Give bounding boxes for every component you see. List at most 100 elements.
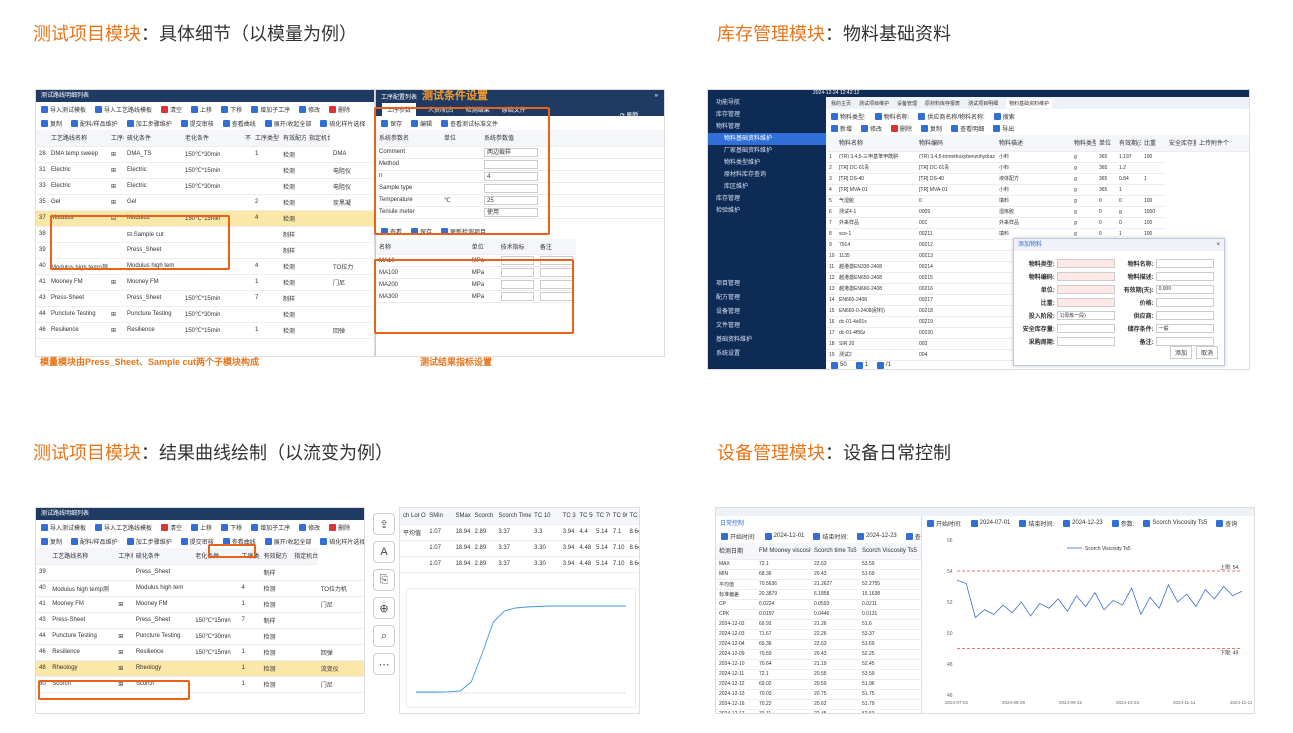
s2-pager-button-0[interactable]: 50 (831, 361, 847, 369)
s1-route-row[interactable]: 33 Electric ⊞ Electric 150℃*30min 检测 电阻仪 (36, 178, 374, 195)
s4-rfilter-button-1[interactable]: 2024-07-01 (970, 519, 1010, 527)
s2-filter-button-0[interactable]: 物料类型: (831, 112, 866, 121)
s1-tb2-button-1[interactable]: 配料/样品维护 (71, 119, 118, 128)
material-row[interactable]: 4 [TR] MVA-01 [TR] MVA-01 小料 g 365 1 (826, 184, 1249, 196)
daily-row[interactable]: 2024-12-10 70.64 21.19 52.45 (716, 659, 921, 670)
s4-filter-button-4[interactable]: 查看 (905, 532, 921, 541)
s1-route-row[interactable]: 31 Electric ⊞ Electric 150℃*15min 检测 电阻仪 (36, 162, 374, 179)
s1-route-row[interactable]: 28 DMA temp sweep ⊞ DMA_TS 150℃*30min 1 检测 DMA (36, 146, 374, 163)
dialog-close-icon[interactable]: × (1216, 239, 1220, 251)
daily-row[interactable]: 2024-12-04 69.36 22.63 51.69 (716, 639, 921, 650)
s3-tb2-button-6[interactable]: 硫化样片选择 (320, 537, 364, 546)
s4-rfilter-button-2[interactable]: 结束时间: (1019, 519, 1054, 528)
material-row[interactable]: 5 气湿胶 0 填料 g 0 0 100 (826, 195, 1249, 207)
s3-tb2-button-1[interactable]: 配料/样品维护 (71, 537, 118, 546)
s1-tb1-button-5[interactable]: 增加子工序 (251, 105, 290, 114)
nav-bottom-item-5[interactable]: 系统设置 (708, 347, 826, 361)
s3-tb1-button-4[interactable]: 下移 (221, 523, 242, 532)
nav-item-7[interactable]: 库区维护 (708, 181, 826, 193)
s1-tb1-button-4[interactable]: 下移 (221, 105, 242, 114)
s1-route-row[interactable]: 46 Resilience ⊞ Resilience 150℃*15min 1 检测 回弹 (36, 322, 374, 339)
more-icon[interactable]: ⋯ (373, 653, 395, 675)
s2-pager-button-2[interactable]: /1 (877, 361, 891, 369)
s3-route-row[interactable]: 48 Rheology ⊞ Rheology 1 检测 流变仪 (36, 660, 364, 677)
page-tab-2[interactable]: 设备管理 (897, 100, 917, 107)
daily-row[interactable]: 2024-12-02 69.92 21.26 51.6 (716, 619, 921, 630)
dialog-button-0[interactable]: 添加 (1169, 346, 1192, 359)
nav-item-6[interactable]: 原材料库存查询 (708, 169, 826, 181)
dialog-field-input[interactable] (1056, 285, 1115, 294)
s3-tb1-button-7[interactable]: 删除 (329, 523, 350, 532)
annotate-icon[interactable]: A (373, 541, 395, 563)
nav-item-5[interactable]: 物料类型维护 (708, 157, 826, 169)
dialog-field-input[interactable]: 0.000 (1155, 285, 1214, 294)
page-tab-3[interactable]: 原材料库存报表 (925, 100, 960, 107)
s4-rfilter-button-3[interactable]: 2024-12-23 (1063, 519, 1103, 527)
daily-row[interactable]: CP 0.0224 0.0593 0.0211 (716, 599, 921, 610)
s2-filter-button-1[interactable]: 物料名称: (874, 112, 909, 121)
dialog-field-input[interactable]: 一般 (1155, 324, 1214, 333)
s2-tb-button-5[interactable]: 导出 (993, 124, 1014, 133)
page-tab-4[interactable]: 测试项目明细 (968, 100, 998, 107)
s1-tb1-button-7[interactable]: 删除 (329, 105, 350, 114)
dialog-field-input[interactable]: 1(母炼一段) (1056, 311, 1115, 320)
s3-route-row[interactable]: 41 Mooney FM ⊞ Mooney FM 1 检测 门尼 (36, 596, 364, 613)
s3-tb1-button-3[interactable]: 上移 (191, 523, 212, 532)
s4-filter-button-0[interactable]: 开始时间: (721, 532, 756, 541)
dialog-field-input[interactable] (1056, 298, 1115, 307)
s3-tb1-button-1[interactable]: 导入工艺路线模板 (95, 523, 152, 532)
nav-item-8[interactable]: 库存管理 (708, 193, 826, 205)
page-tab-0[interactable]: 我的主页 (831, 100, 851, 107)
page-tab-5[interactable]: 物料基础资料维护 (1006, 98, 1053, 108)
s3-tb1-button-2[interactable]: 清空 (161, 523, 182, 532)
daily-row[interactable]: 2024-12-09 70.59 20.43 52.25 (716, 649, 921, 660)
s2-tb-button-0[interactable]: 新增 (831, 124, 852, 133)
search-doc-icon[interactable]: ⌕ (373, 625, 395, 647)
s3-route-row[interactable]: 39 Press_Sheet 制样 (36, 564, 364, 581)
share-icon[interactable]: ⇪ (373, 513, 395, 535)
s3-route-row[interactable]: 40 Modulus high temp测 Modulus high tem 4 检测 T… (36, 580, 364, 597)
s3-route-row[interactable]: 44 Puncture Testing ⊞ Puncture Testing 150℃*… (36, 628, 364, 645)
s1-tb2-button-4[interactable]: 查看曲线 (222, 119, 256, 128)
s4-filter-button-1[interactable]: 2024-12-01 (764, 532, 804, 540)
s1-route-row[interactable]: 35 Gel ⊞ Gel 2 检测 炭黑凝 (36, 194, 374, 211)
s2-pager-button-1[interactable]: 1 (855, 361, 868, 369)
s2-filter-button-2[interactable]: 供应商名称/物料名称: (918, 112, 985, 121)
nav-item-0[interactable]: 功能导航 (708, 97, 826, 109)
dialog-field-input[interactable] (1056, 272, 1115, 281)
screenshot-icon[interactable]: ⎘ (373, 569, 395, 591)
dialog-field-input[interactable] (1056, 337, 1115, 346)
s3-tb2-button-0[interactable]: 复制 (41, 537, 62, 546)
s1-tb1-button-3[interactable]: 上移 (191, 105, 212, 114)
s4-filter-button-2[interactable]: 结束时间: (813, 532, 848, 541)
daily-row[interactable]: 2024-12-11 72.1 20.55 53.59 (716, 669, 921, 680)
s1-tb2-button-2[interactable]: 加工步骤维护 (126, 119, 172, 128)
refresh-button[interactable]: ⟳ 刷新 (620, 110, 639, 119)
daily-row[interactable]: 2024-12-13 70.03 20.75 51.75 (716, 689, 921, 700)
s4-filter-button-3[interactable]: 2024-12-23 (857, 532, 897, 540)
s1-route-row[interactable]: 44 Puncture Testing ⊞ Puncture Testing 150℃*… (36, 306, 374, 323)
nav-bottom-item-4[interactable]: 基础资料维护 (708, 333, 826, 347)
nav-bottom-item-1[interactable]: 配方管理 (708, 291, 826, 305)
daily-row[interactable]: 平均值 70.5636 21.2627 52.2755 (716, 579, 921, 590)
material-row[interactable]: 1 (TR) 3,4,5-三甲基苯甲酰肼 (TR) 3,4,5-trimethoxy… (826, 151, 1249, 163)
dialog-field-input[interactable] (1056, 324, 1115, 333)
daily-row[interactable]: CPK 0.0197 0.0446 0.0131 (716, 609, 921, 620)
s3-tb1-button-0[interactable]: 导入测试模板 (41, 523, 86, 532)
s4-rfilter-button-0[interactable]: 开始时间: (927, 519, 962, 528)
s3-tb2-button-2[interactable]: 加工步骤维护 (126, 537, 172, 546)
s1-tb1-button-6[interactable]: 修改 (299, 105, 320, 114)
s1-tb2-button-5[interactable]: 展开/收起全部 (264, 119, 311, 128)
material-row[interactable]: 2 [TR] DC-01青 [TR] DC-01青 小料 g 365 1.2 (826, 162, 1249, 174)
s3-tb2-button-5[interactable]: 展开/收起全部 (264, 537, 311, 546)
s1-tb2-button-3[interactable]: 提交审核 (180, 119, 214, 128)
s4-rfilter-button-5[interactable]: Scorch Viscosity Ts5 (1143, 519, 1207, 527)
daily-row[interactable]: 2024-12-16 70.22 20.62 51.79 (716, 699, 921, 710)
dialog-button-1[interactable]: 取消 (1195, 346, 1218, 359)
nav-item-4[interactable]: 厂家基础资料维护 (708, 145, 826, 157)
daily-row[interactable]: 2024-12-12 69.02 20.59 51.96 (716, 679, 921, 690)
s2-tb-button-1[interactable]: 修改 (861, 124, 882, 133)
s1-tb1-button-0[interactable]: 导入测试模板 (41, 105, 86, 114)
daily-row[interactable]: MIN 68.36 20.43 51.69 (716, 569, 921, 580)
s3-route-row[interactable]: 46 Resilience ⊞ Resilience 150℃*15min 1 检测 回弹 (36, 644, 364, 661)
